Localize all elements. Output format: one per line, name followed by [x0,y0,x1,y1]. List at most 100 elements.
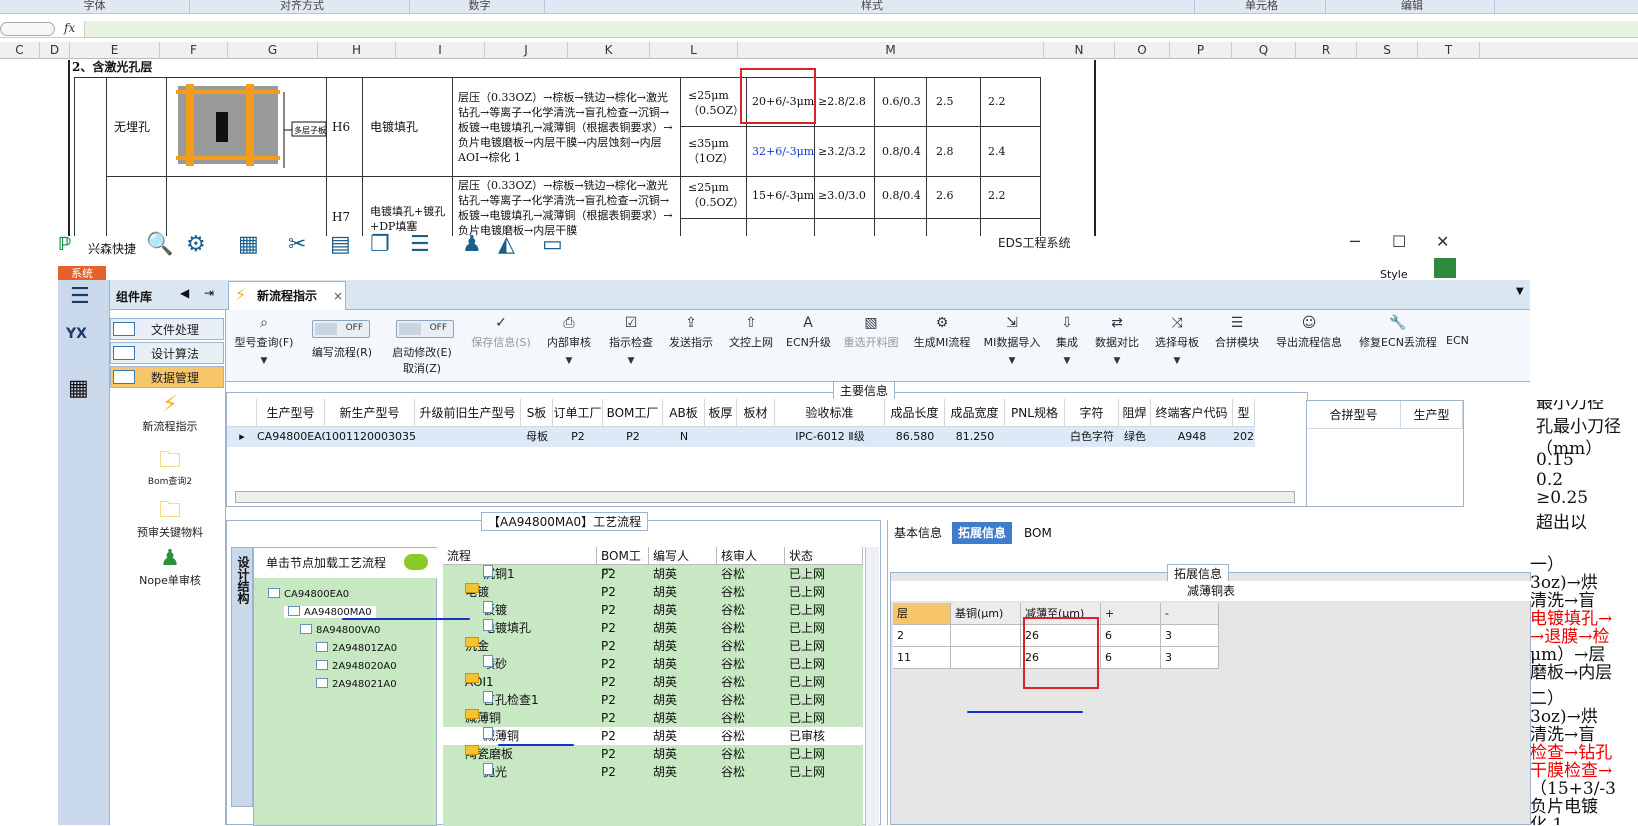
flow-row[interactable]: 电镀填孔 P2 胡英 谷松 已上网 [443,619,863,637]
gear-icon[interactable]: ⚙ [186,232,206,257]
column-header[interactable]: 板厚 [705,399,737,427]
minimize-button[interactable]: ─ [1350,232,1360,251]
instruction-check-button[interactable]: ☑ 指示检查 ▼ [606,312,656,366]
yx-icon[interactable]: YX [66,326,87,342]
pin-icon[interactable]: ⇥ [204,286,214,300]
tree-node[interactable]: 2A948020A0 [316,660,397,672]
merge-module-button[interactable]: ☰ 合拼模块 [1212,312,1262,350]
column-header[interactable]: 新生产型号 [325,399,415,427]
flow-column-header[interactable]: 核审人 [717,547,785,565]
flow-row[interactable]: 电镀 P2 胡英 谷松 已上网 [443,583,863,601]
thin-header[interactable]: + [1101,603,1161,625]
flow-column-header[interactable]: BOM工厂 [597,547,649,581]
column-header[interactable]: PNL规格 [1005,399,1065,427]
tab-basic-info[interactable]: 基本信息 [888,522,948,544]
thin-header[interactable]: 层 [893,603,951,625]
tab-bom[interactable]: BOM [1018,522,1058,544]
table-cell[interactable]: 2023 [1233,427,1255,447]
ribbon-group-cells[interactable]: 单元格 [1198,0,1326,13]
horizontal-scrollbar[interactable] [235,491,1295,503]
table-cell[interactable]: CA94800EA0 [257,427,325,447]
tab-close-icon[interactable]: × [333,282,343,310]
send-instruction-button[interactable]: ⇪ 发送指示 [666,312,716,350]
column-header[interactable]: 验收标准 [775,399,885,427]
table-cell[interactable]: P2 [553,427,603,447]
nav-data-management[interactable]: 数据管理 [110,366,224,388]
table-cell[interactable]: P2 [603,427,663,447]
flow-column-header[interactable]: 编写人 [649,547,717,565]
column-header[interactable]: T [1418,42,1480,59]
ecn-upgrade-button[interactable]: A ECN升级 [786,312,831,350]
flow-row[interactable]: 盲孔检查1 P2 胡英 谷松 已上网 [443,691,863,709]
launcher-bom-query[interactable]: 🗀 Bom查询2 [130,448,210,487]
column-header[interactable]: H [318,42,396,59]
column-header[interactable]: K [568,42,650,59]
close-button[interactable]: ✕ [1436,232,1449,251]
column-header[interactable]: 升级前旧生产型号 [415,399,521,427]
thin-cell[interactable]: 2 [893,625,951,647]
column-header[interactable]: 阻焊 [1119,399,1151,427]
column-header[interactable]: 终端客户代码 [1151,399,1233,427]
internal-review-button[interactable]: ⎙ 内部审核 ▼ [544,312,594,366]
film-icon[interactable]: ▤ [330,232,351,257]
vertical-scrollbar[interactable] [865,547,879,826]
ecn-button[interactable]: ECN [1446,312,1468,347]
tree-node[interactable]: 2A948021A0 [316,678,397,690]
column-header[interactable]: O [1115,42,1170,59]
column-header[interactable]: S板 [521,399,553,427]
ribbon-group-style[interactable]: 样式 [550,0,1195,13]
table-cell[interactable] [415,427,521,447]
table-cell[interactable]: 母板 [521,427,553,447]
integrate-button[interactable]: ⇩ 集成 ▼ [1050,312,1084,366]
column-header[interactable]: 板材 [737,399,775,427]
user-icon[interactable]: ♟ [462,232,482,257]
reselect-cut-button[interactable]: ▧ 重选开料图 [840,312,902,350]
name-box[interactable] [0,22,55,36]
enable-edit-toggle[interactable]: OFF [396,320,454,338]
ribbon-group-number[interactable]: 数字 [415,0,545,13]
design-structure-tab[interactable]: 设计结构 [231,547,253,807]
thin-cell[interactable]: 6 [1101,625,1161,647]
table-cell[interactable]: N [663,427,705,447]
table-icon[interactable]: ▦ [238,232,259,257]
monitor-icon[interactable]: ▭ [542,232,563,257]
tab-menu-icon[interactable]: ▼ [1516,286,1524,297]
table-cell[interactable] [1005,427,1065,447]
flow-row[interactable]: 减薄铜 P2 胡英 谷松 已审核 [443,727,863,745]
nav-design-algo[interactable]: 设计算法 [110,342,224,364]
menu-icon[interactable]: ☰ [70,284,90,309]
write-flow-toggle[interactable]: OFF [312,320,370,338]
tree-node[interactable]: 8A94800VA0 [300,624,380,636]
column-header[interactable]: 订单工厂 [553,399,603,427]
column-header[interactable]: 型 [1233,399,1255,427]
column-header[interactable]: I [396,42,485,59]
flow-row[interactable]: 板镀 P2 胡英 谷松 已上网 [443,601,863,619]
column-header[interactable]: AB板 [663,399,705,427]
table-cell[interactable]: 绿色 [1119,427,1151,447]
table-cell[interactable]: A948 [1151,427,1233,447]
export-flow-button[interactable]: ☺ 导出流程信息 [1272,312,1346,350]
table-cell[interactable] [737,427,775,447]
column-header[interactable]: M [738,42,1044,59]
column-header[interactable]: P [1170,42,1232,59]
copy-icon[interactable]: ❐ [370,232,390,257]
search-icon[interactable]: 🔍 [146,232,173,257]
tree-node[interactable]: 2A94801ZA0 [316,642,397,654]
thin-cell[interactable]: 6 [1101,647,1161,669]
formula-input[interactable] [84,21,1638,37]
thin-cell[interactable]: 11 [893,647,951,669]
column-header[interactable]: 生产型号 [257,399,325,427]
flow-row[interactable]: 减薄铜 P2 胡英 谷松 已上网 [443,709,863,727]
nav-file-process[interactable]: 文件处理 [110,318,224,340]
column-header[interactable]: J [485,42,568,59]
column-header[interactable]: L [650,42,738,59]
launcher-new-flow[interactable]: ⚡ 新流程指示 [130,392,210,434]
column-header[interactable]: C [0,42,40,59]
tab-extended-info[interactable]: 拓展信息 [952,522,1013,544]
scissors-icon[interactable]: ✂ [288,232,306,257]
table-cell[interactable]: 白色字符 [1065,427,1119,447]
column-header[interactable]: 成品长度 [885,399,945,427]
flow-row[interactable]: 陶瓷磨板 P2 胡英 谷松 已上网 [443,745,863,763]
table-cell[interactable]: 86.580 [885,427,945,447]
flow-row[interactable]: 沉金 P2 胡英 谷松 已上网 [443,637,863,655]
